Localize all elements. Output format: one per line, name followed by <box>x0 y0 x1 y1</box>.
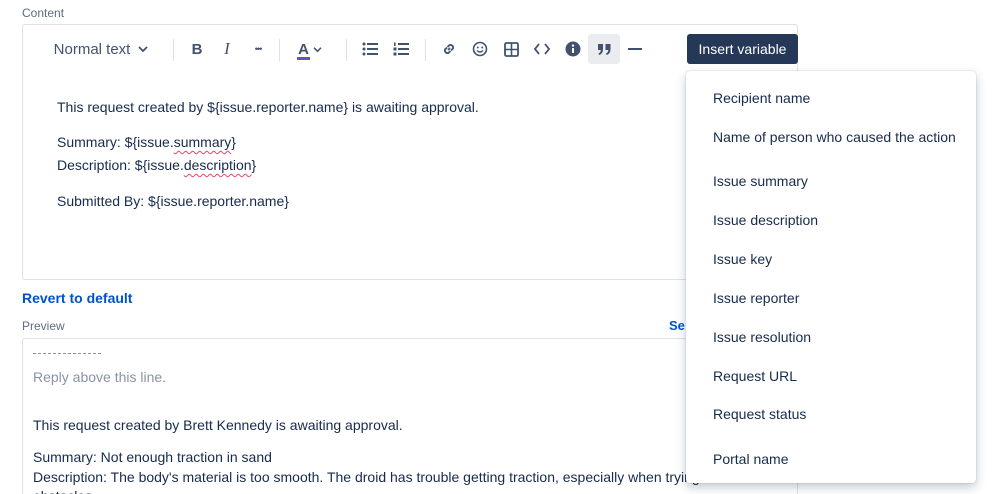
link-button[interactable] <box>435 34 463 64</box>
editor-summary-line: Summary: ${issue.summary} <box>57 134 236 150</box>
toolbar-separator <box>173 39 174 61</box>
send-preview-link[interactable]: Se <box>669 318 685 333</box>
text-style-dropdown[interactable]: Normal text <box>51 34 151 64</box>
horizontal-rule-icon <box>628 48 642 50</box>
table-button[interactable] <box>497 34 525 64</box>
text-style-label: Normal text <box>53 40 131 58</box>
bullet-list-icon <box>362 42 378 56</box>
more-icon: ••• <box>254 44 263 54</box>
chevron-down-icon <box>313 46 322 52</box>
revert-to-default-link[interactable]: Revert to default <box>22 290 132 306</box>
table-icon <box>503 41 519 57</box>
quote-icon <box>597 43 610 55</box>
toolbar-separator <box>279 39 280 61</box>
summary-prefix: Summary: ${issue. <box>57 134 174 150</box>
bullet-list-button[interactable] <box>356 34 384 64</box>
preview-reply-line: Reply above this line. <box>33 369 167 385</box>
preview-panel: Reply above this line. This request crea… <box>22 338 798 494</box>
insert-variable-button[interactable]: Insert variable <box>687 34 798 64</box>
preview-description: Description: The body's material is too … <box>33 469 716 485</box>
description-suffix: } <box>251 157 257 173</box>
insert-variable-menu: Recipient name Name of person who caused… <box>686 71 976 483</box>
summary-spell-error[interactable]: summary <box>174 134 232 150</box>
toolbar-separator <box>425 39 426 61</box>
reply-divider <box>33 353 101 354</box>
content-editor[interactable]: Normal text B I ••• A Insert variable Th… <box>22 24 798 280</box>
description-spell-error[interactable]: description <box>184 157 252 173</box>
editor-description-line: Description: ${issue.description} <box>57 157 256 173</box>
preview-summary: Summary: Not enough traction in sand <box>33 449 272 465</box>
menu-item-issue-key[interactable]: Issue key <box>713 251 772 267</box>
chevron-down-icon <box>138 46 148 53</box>
preview-line: This request created by Brett Kennedy is… <box>33 417 403 433</box>
emoji-button[interactable] <box>466 34 494 64</box>
preview-label: Preview <box>22 319 65 333</box>
menu-item-request-url[interactable]: Request URL <box>713 368 797 384</box>
toolbar-separator <box>346 39 347 61</box>
summary-suffix: } <box>231 134 236 150</box>
text-color-letter: A <box>298 40 309 58</box>
menu-item-issue-description[interactable]: Issue description <box>713 212 818 228</box>
menu-item-portal-name[interactable]: Portal name <box>713 451 788 467</box>
menu-item-action-person[interactable]: Name of person who caused the action <box>713 129 956 145</box>
code-icon <box>534 43 550 55</box>
emoji-icon <box>472 41 488 57</box>
menu-item-issue-resolution[interactable]: Issue resolution <box>713 329 811 345</box>
menu-item-issue-reporter[interactable]: Issue reporter <box>713 290 799 306</box>
link-icon <box>444 44 454 54</box>
quote-button[interactable] <box>588 34 620 64</box>
text-color-icon: A <box>297 40 310 60</box>
italic-icon: I <box>224 39 230 58</box>
content-label: Content <box>22 6 65 20</box>
editor-submitted-line: Submitted By: ${issue.reporter.name} <box>57 193 289 209</box>
divider-button[interactable] <box>621 34 649 64</box>
editor-line: This request created by ${issue.reporter… <box>57 99 479 115</box>
info-panel-button[interactable] <box>559 34 587 64</box>
bold-icon: B <box>191 40 203 58</box>
code-button[interactable] <box>528 34 556 64</box>
menu-item-issue-summary[interactable]: Issue summary <box>713 173 808 189</box>
numbered-list-icon <box>393 42 409 56</box>
bold-button[interactable]: B <box>183 34 211 64</box>
menu-item-recipient-name[interactable]: Recipient name <box>713 90 810 106</box>
numbered-list-button[interactable] <box>387 34 415 64</box>
info-icon <box>565 41 581 57</box>
text-color-button[interactable]: A <box>289 34 331 64</box>
description-prefix: Description: ${issue. <box>57 157 184 173</box>
more-formatting-button[interactable]: ••• <box>244 34 272 64</box>
italic-button[interactable]: I <box>213 34 241 64</box>
editor-toolbar: Normal text B I ••• A Insert variable <box>23 25 798 75</box>
menu-item-request-status[interactable]: Request status <box>713 406 806 422</box>
preview-description-overflow: obstacles <box>33 488 92 494</box>
